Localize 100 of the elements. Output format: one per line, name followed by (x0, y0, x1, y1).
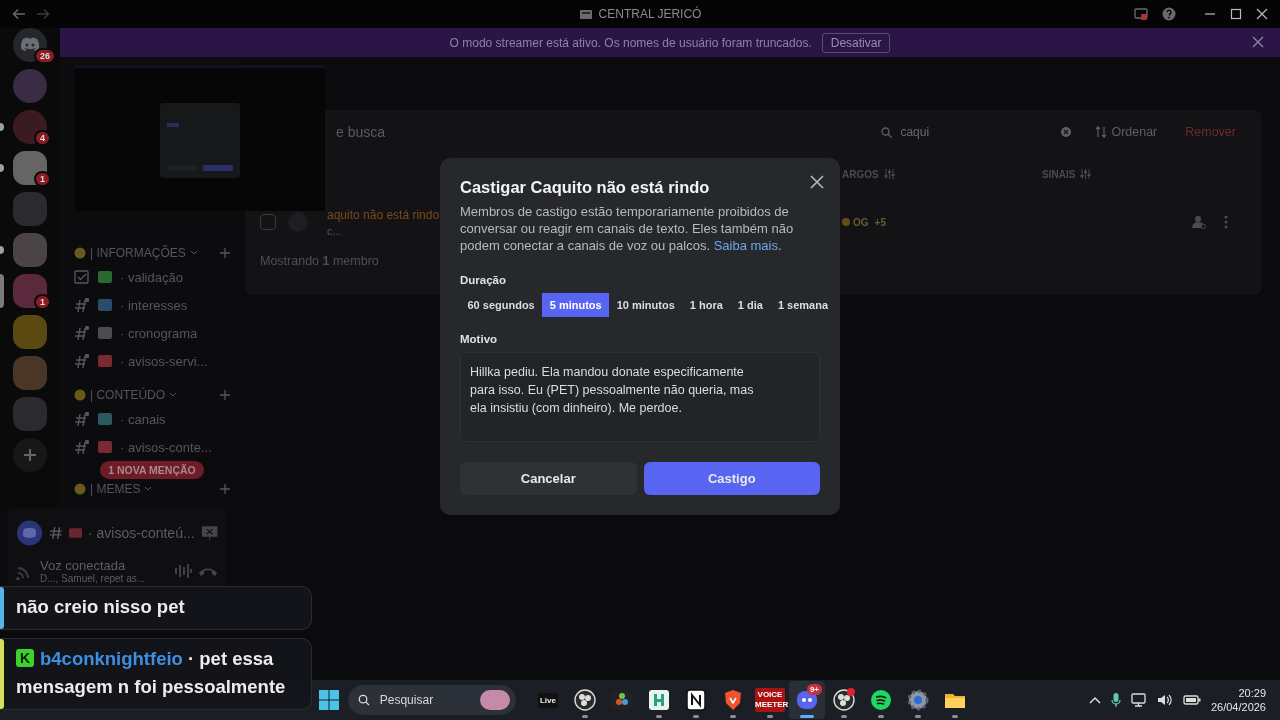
add-server-button[interactable] (13, 438, 47, 472)
editor-app-icon (610, 688, 634, 712)
search-field[interactable]: Pesquisar (377, 692, 472, 708)
channel-name[interactable]: · interesses (120, 297, 188, 313)
soundboard-icon[interactable] (174, 563, 192, 579)
reason-label: Motivo (460, 333, 499, 345)
chevron-down-icon (189, 250, 198, 256)
chat-app-icon (795, 688, 819, 712)
channel-name[interactable]: · validação (120, 269, 183, 285)
clear-icon[interactable] (1061, 127, 1072, 137)
voice-channel-name[interactable]: · avisos-conteú... (88, 525, 195, 541)
volume-icon[interactable] (1156, 693, 1173, 707)
plus-icon[interactable] (220, 390, 230, 400)
duration-label: Duração (460, 274, 508, 286)
recorder-app-icon (573, 688, 597, 712)
duration-option[interactable]: 1 semana (770, 293, 836, 317)
chevron-down-icon (169, 392, 178, 398)
locked-hash-icon (74, 411, 90, 427)
server-avatar[interactable] (13, 110, 47, 144)
channel-name[interactable]: · canais (120, 411, 166, 427)
close-icon[interactable] (1252, 36, 1264, 48)
duration-option[interactable]: 5 minutos (542, 293, 610, 317)
chat-message-text: não creio nisso pet (16, 595, 186, 619)
member-count-text: Mostrando 1 membro (260, 254, 379, 268)
bell-icon (74, 247, 86, 259)
member-avatar (288, 212, 308, 232)
search-icon (881, 126, 893, 138)
clock-date[interactable]: 26/04/2026 (1210, 700, 1266, 714)
search-icon (358, 693, 370, 707)
column-header: ARGOS (842, 168, 879, 180)
plus-icon (23, 448, 37, 462)
megaphone-icon (98, 440, 112, 454)
channel-name[interactable]: · avisos-conte... (120, 439, 212, 455)
taskbar-button[interactable]: 9+ (789, 681, 825, 719)
microphone-icon[interactable] (1110, 692, 1121, 708)
mailbox-icon (578, 8, 593, 20)
back-arrow-icon[interactable] (12, 8, 26, 20)
network-icon[interactable] (1130, 693, 1147, 707)
role-tag: OG (842, 216, 869, 228)
close-icon (810, 175, 824, 189)
screen-share-icon[interactable] (200, 525, 218, 541)
maximize-icon[interactable] (1230, 8, 1242, 20)
disable-button[interactable]: Desativar (821, 32, 891, 53)
notification-badge: 26 (34, 48, 56, 64)
settings-icon (906, 688, 930, 712)
timeout-button[interactable]: Castigo (643, 462, 820, 495)
duration-option[interactable]: 1 hora (682, 293, 731, 317)
notes-app-icon (684, 688, 708, 712)
help-icon[interactable] (1162, 7, 1176, 21)
category-name[interactable]: | CONTEÚDO (90, 388, 166, 402)
locked-hash-icon (74, 439, 90, 455)
server-folder[interactable] (13, 233, 47, 267)
notification-badge: 9+ (806, 684, 822, 695)
live-app-icon: Live (538, 692, 558, 708)
cancel-button[interactable]: Cancelar (460, 462, 637, 495)
member-name[interactable]: aquito não está rindo (327, 207, 440, 222)
channel-name[interactable]: · cronograma (120, 325, 198, 341)
server-avatar[interactable] (13, 274, 47, 308)
more-options-icon[interactable] (1224, 215, 1228, 229)
locked-hash-icon (74, 353, 90, 369)
server-avatar[interactable] (13, 315, 47, 349)
duration-option[interactable]: 10 minutos (609, 293, 683, 317)
category-name[interactable]: | MEMES (90, 482, 141, 496)
chat-message-text: K b4conknightfeio · pet essa mensagem n foi pessoalmente (16, 647, 287, 699)
duration-option[interactable]: 60 segundos (460, 293, 543, 317)
clock-time[interactable]: 20:29 (1238, 686, 1266, 700)
search-field[interactable]: caqui (898, 124, 1056, 140)
more-roles: +5 (874, 216, 886, 228)
duration-option[interactable]: 1 dia (730, 293, 771, 317)
row-checkbox[interactable] (260, 214, 276, 230)
taskbar-search-bar[interactable]: Pesquisar (348, 685, 516, 715)
recorder-app-icon (832, 688, 856, 712)
rules-channel-icon (74, 269, 90, 285)
chevron-up-icon[interactable] (1088, 696, 1101, 704)
tile-app-icon (647, 688, 671, 712)
channel-name[interactable]: · avisos-servi... (120, 353, 208, 369)
locked-hash-icon (74, 325, 90, 341)
start-icon[interactable] (318, 689, 340, 711)
member-username: c... (327, 224, 342, 237)
voice-status: Voz conectada (40, 558, 127, 573)
smiley-icon (74, 483, 86, 495)
reason-field[interactable]: Hillka pediu. Ela mandou donate especificamente para isso. Eu (PET) pessoalmente não queria, mas ela insistiu (com dinheiro). Me perdoe. (460, 352, 820, 442)
taskbar-button[interactable]: Live (530, 681, 566, 719)
filter-icon[interactable] (1080, 169, 1092, 179)
close-icon[interactable] (1256, 8, 1268, 20)
window-title: CENTRAL JERICÓ (598, 7, 702, 21)
sort-button[interactable]: Ordenar (1089, 124, 1164, 140)
user-settings-icon[interactable] (1192, 215, 1206, 229)
mention-pill[interactable]: 1 NOVA MENÇÃO (100, 461, 204, 479)
plus-icon[interactable] (220, 248, 230, 258)
locked-hash-icon (49, 526, 63, 540)
filter-icon[interactable] (883, 169, 895, 179)
search-heading: e busca (335, 124, 386, 140)
screen-share-icon[interactable] (1134, 7, 1148, 21)
learn-more-link[interactable]: Saiba mais (713, 238, 778, 253)
battery-icon[interactable] (1182, 694, 1201, 706)
column-header: SINAIS (1042, 168, 1076, 180)
chevron-down-icon (144, 486, 153, 492)
category-name[interactable]: | INFORMAÇÕES (90, 246, 186, 260)
plus-icon[interactable] (220, 484, 230, 494)
